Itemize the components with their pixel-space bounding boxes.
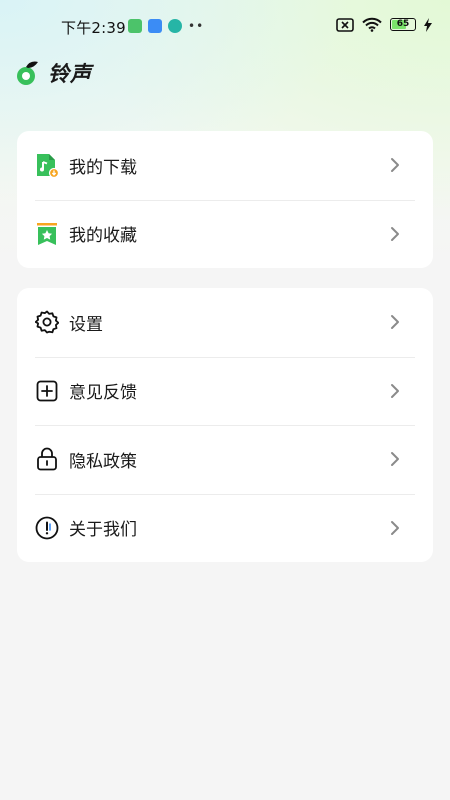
info-icon [168,19,182,33]
wifi-icon [362,17,382,32]
battery-icon: 65 [390,18,416,31]
card-settings: 设置 意见反馈 隐私政策 关于我们 [17,288,433,562]
chevron-right-icon [391,520,399,535]
app-title: 铃声 [48,62,92,86]
chevron-right-icon [391,226,399,241]
menu-item-label: 意见反馈 [69,383,137,404]
leaf-note-logo [17,61,38,85]
menu-item-feedback[interactable]: 意见反馈 [17,356,433,426]
bookmark-star-icon [35,222,59,246]
menu-item-label: 设置 [69,314,103,335]
charging-icon [424,17,432,32]
menu-item-privacy[interactable]: 隐私政策 [17,425,433,494]
menu-item-label: 隐私政策 [69,451,137,472]
chevron-right-icon [391,315,399,330]
menu-item-label: 关于我们 [69,520,137,541]
sim-off-icon [336,17,354,32]
chat-icon [148,19,162,33]
menu-item-label: 我的收藏 [69,226,137,247]
lock-icon [35,447,59,471]
feedback-plus-icon [35,379,59,403]
app-header: 铃声 [16,58,92,88]
app-notification-icon [128,19,142,33]
chevron-right-icon [391,158,399,173]
menu-item-downloads[interactable]: 我的下载 [17,131,433,200]
notification-icons: •• [128,19,204,33]
status-right-icons: 65 [336,17,432,32]
menu-item-settings[interactable]: 设置 [17,288,433,357]
gear-icon [35,310,59,334]
menu-item-label: 我的下载 [69,157,137,178]
status-bar: 下午2:39 •• 65 [0,0,450,52]
download-file-icon [35,153,59,179]
more-dots-icon: •• [188,19,205,33]
menu-item-about[interactable]: 关于我们 [17,493,433,563]
chevron-right-icon [391,383,399,398]
battery-level: 65 [396,19,410,29]
menu-item-favorites[interactable]: 我的收藏 [17,199,433,269]
status-time: 下午2:39 [61,19,126,37]
chevron-right-icon [391,452,399,467]
about-info-icon [35,516,59,540]
card-my-content: 我的下载 我的收藏 [17,131,433,268]
